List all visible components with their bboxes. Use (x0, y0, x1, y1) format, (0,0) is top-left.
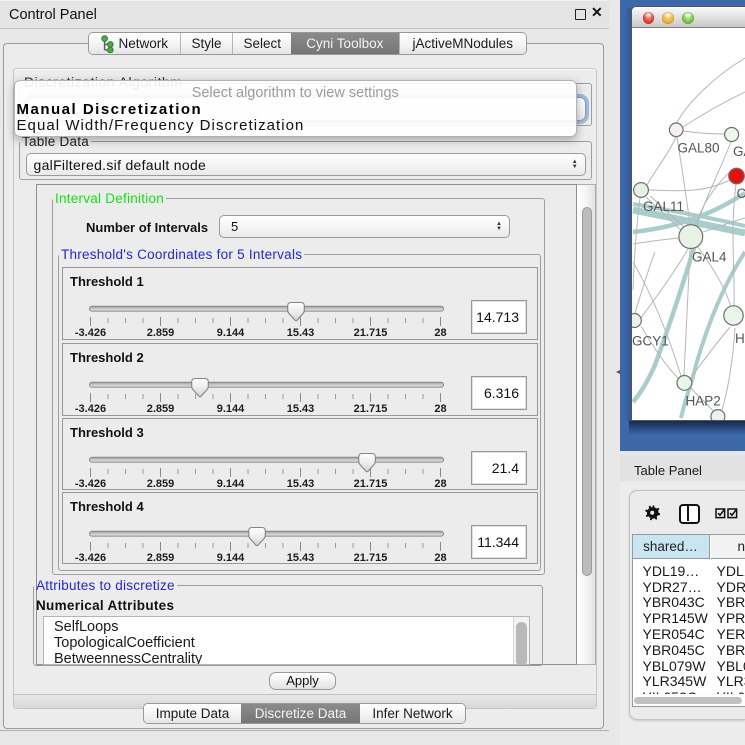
svg-text:HAP2: HAP2 (686, 394, 721, 409)
svg-text:GA: GA (733, 144, 745, 159)
svg-text:GAL80: GAL80 (678, 141, 720, 156)
svg-text:GAL11: GAL11 (643, 199, 684, 214)
svg-text:C: C (737, 186, 745, 201)
svg-text:GAL4: GAL4 (692, 250, 727, 265)
svg-text:GCY1: GCY1 (632, 334, 669, 349)
svg-text:H: H (735, 331, 745, 346)
